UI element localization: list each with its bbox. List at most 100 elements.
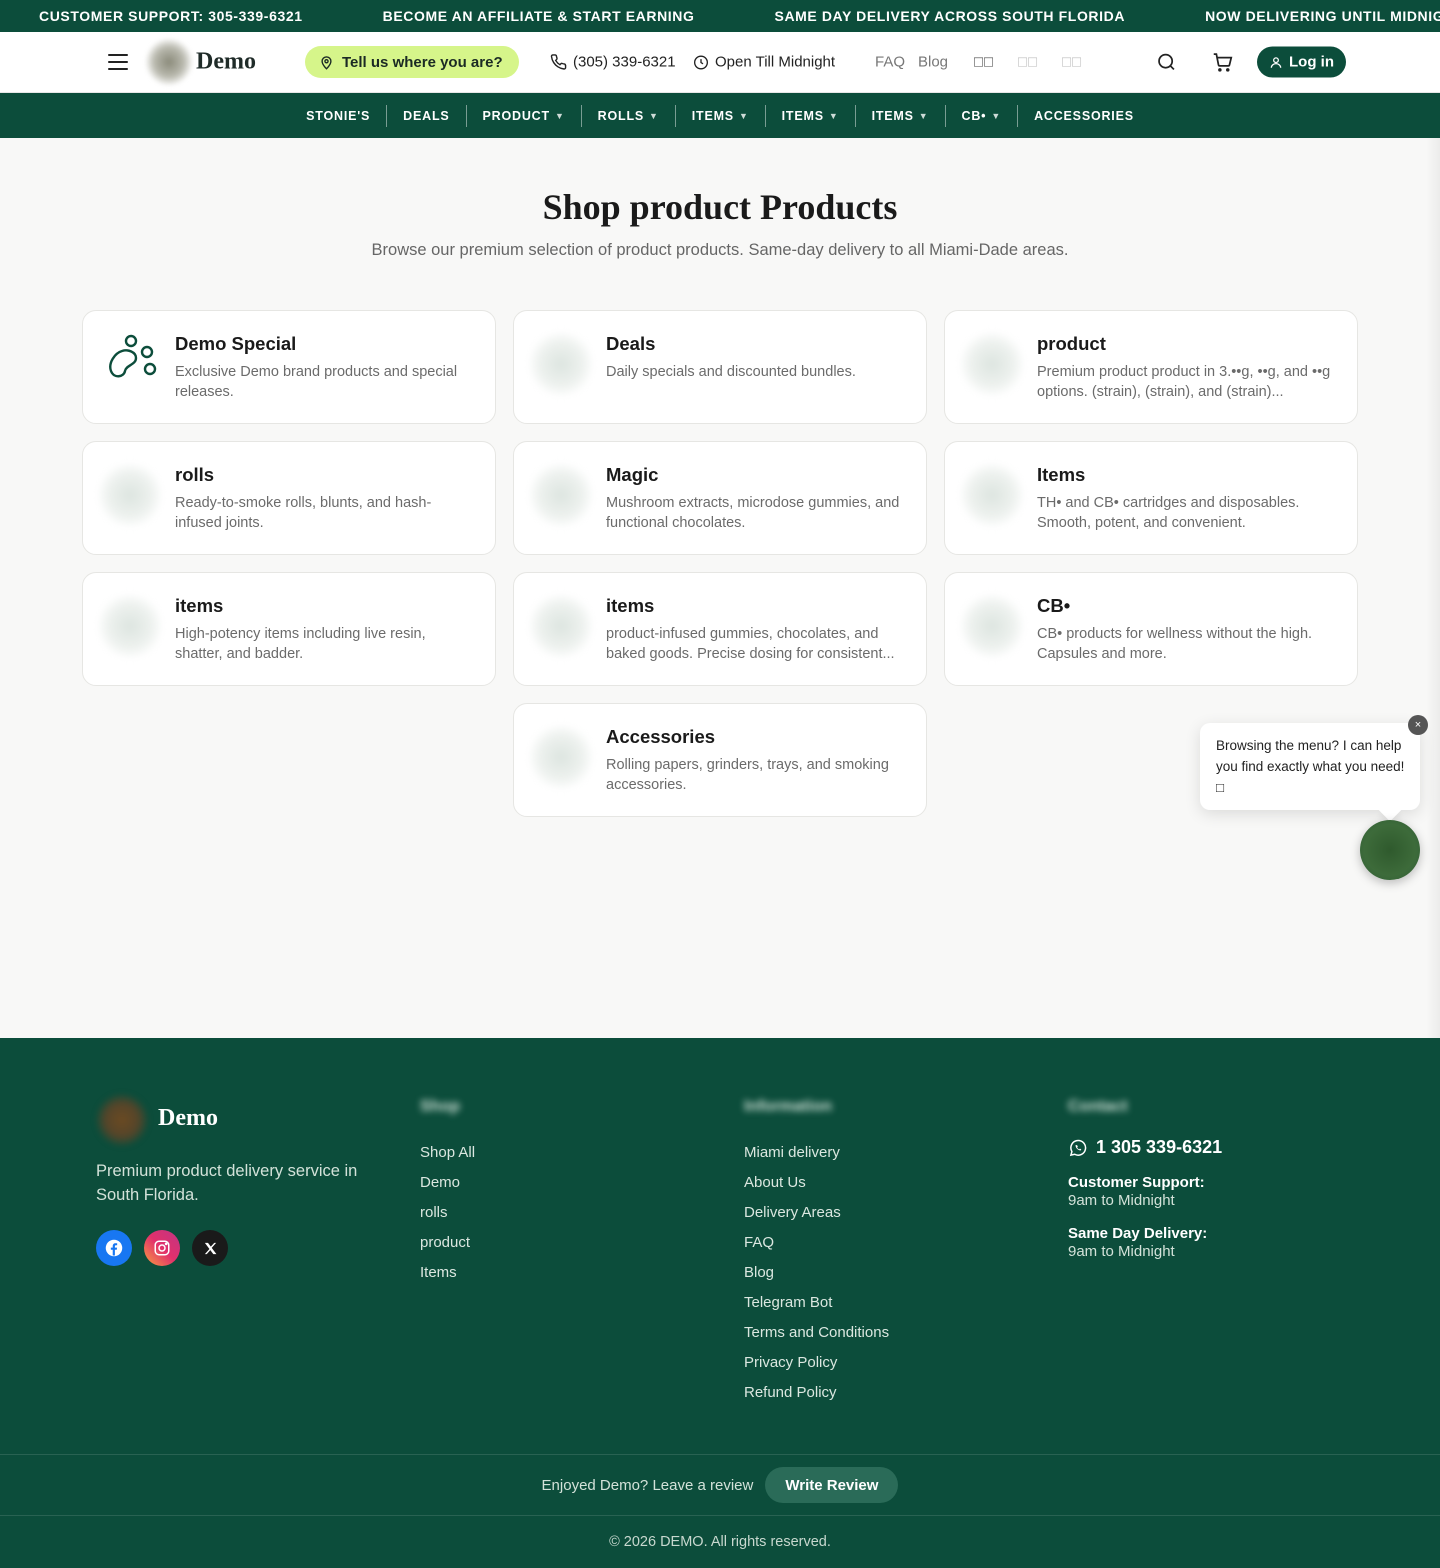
- footer-phone-link[interactable]: 1 305 339-6321: [1068, 1137, 1222, 1158]
- category-card[interactable]: items product-infused gummies, chocolate…: [513, 572, 927, 686]
- nav-item-items[interactable]: ITEMS ▼: [764, 104, 855, 127]
- category-card[interactable]: Magic Mushroom extracts, microdose gummi…: [513, 441, 927, 555]
- logo-text[interactable]: Demo: [196, 49, 256, 76]
- category-title: Demo Special: [175, 333, 297, 354]
- category-description: Mushroom extracts, microdose gummies, an…: [606, 495, 900, 531]
- nav-item-rolls[interactable]: ROLLS ▼: [580, 104, 675, 127]
- category-image: [528, 724, 594, 790]
- announcement-item: SAME DAY DELIVERY ACROSS SOUTH FLORIDA: [774, 8, 1126, 24]
- category-card[interactable]: Deals Daily specials and discounted bund…: [513, 310, 927, 424]
- language-option[interactable]: □□: [1018, 54, 1038, 71]
- map-pin-icon: [321, 55, 332, 70]
- category-card[interactable]: Accessories Rolling papers, grinders, tr…: [513, 703, 927, 817]
- category-card[interactable]: CB• CB• products for wellness without th…: [944, 572, 1358, 686]
- category-image: [528, 331, 594, 397]
- footer-link[interactable]: Terms and Conditions: [744, 1318, 889, 1348]
- chevron-down-icon: ▼: [828, 110, 839, 121]
- category-card[interactable]: product Premium product product in 3.••g…: [944, 310, 1358, 424]
- language-option[interactable]: □□: [974, 54, 994, 71]
- footer-link[interactable]: About Us: [744, 1168, 889, 1198]
- menu-icon[interactable]: [108, 54, 128, 70]
- footer-contact-column: Contact 1 305 339-6321 Customer Support:…: [1068, 1098, 1222, 1262]
- footer-link[interactable]: product: [420, 1228, 475, 1258]
- cart-icon[interactable]: [1212, 52, 1233, 73]
- footer-link[interactable]: Items: [420, 1258, 475, 1288]
- nav-item-cbd[interactable]: CB• ▼: [944, 104, 1018, 127]
- category-description: High-potency items including live resin,…: [175, 626, 426, 662]
- category-image: [528, 462, 594, 528]
- category-card[interactable]: items High-potency items including live …: [82, 572, 496, 686]
- nav-item-product[interactable]: PRODUCT ▼: [465, 104, 581, 127]
- category-title: items: [175, 595, 224, 616]
- support-hours: 9am to Midnight: [1068, 1192, 1175, 1209]
- footer-logo-text[interactable]: Demo: [158, 1105, 218, 1132]
- category-image: [959, 462, 1025, 528]
- footer-heading: Information: [744, 1098, 832, 1115]
- location-button[interactable]: Tell us where you are?: [305, 46, 519, 78]
- header-hours: Open Till Midnight: [693, 54, 835, 71]
- write-review-button[interactable]: Write Review: [765, 1467, 899, 1503]
- nav-item-items[interactable]: ITEMS ▼: [854, 104, 945, 127]
- chat-launcher-button[interactable]: [1360, 820, 1420, 880]
- footer-link[interactable]: Miami delivery: [744, 1138, 889, 1168]
- nav-item-accessories[interactable]: ACCESSORIES: [1017, 104, 1150, 127]
- category-image: [97, 593, 163, 659]
- category-title: Magic: [606, 464, 659, 485]
- footer-link[interactable]: FAQ: [744, 1228, 889, 1258]
- copyright: © 2026 DEMO. All rights reserved.: [609, 1534, 831, 1550]
- footer-link[interactable]: Refund Policy: [744, 1378, 889, 1408]
- category-card[interactable]: Demo Special Exclusive Demo brand produc…: [82, 310, 496, 424]
- footer-link[interactable]: Shop All: [420, 1138, 475, 1168]
- header-faq-link[interactable]: FAQ: [875, 54, 905, 71]
- phone-icon: [550, 54, 567, 70]
- category-card[interactable]: Items TH• and CB• cartridges and disposa…: [944, 441, 1358, 555]
- header-blog-link[interactable]: Blog: [918, 54, 948, 71]
- category-title: product: [1037, 333, 1106, 354]
- clock-icon: [694, 55, 708, 69]
- footer-link[interactable]: Telegram Bot: [744, 1288, 889, 1318]
- language-option[interactable]: □□: [1062, 54, 1082, 71]
- footer-link[interactable]: Blog: [744, 1258, 889, 1288]
- category-title: items: [606, 595, 655, 616]
- nav-item-deals[interactable]: DEALS: [386, 104, 465, 127]
- facebook-icon[interactable]: [96, 1230, 132, 1266]
- chevron-down-icon: ▼: [991, 110, 1002, 121]
- announcement-item: NOW DELIVERING UNTIL MIDNIGHT: [1205, 8, 1440, 24]
- category-image: [959, 331, 1025, 397]
- header-phone-number: (305) 339-6321: [573, 53, 676, 71]
- user-icon: [1270, 56, 1282, 68]
- footer-link[interactable]: Demo: [420, 1168, 475, 1198]
- login-button[interactable]: Log in: [1257, 46, 1346, 78]
- category-description: TH• and CB• cartridges and disposables. …: [1037, 495, 1300, 531]
- support-label: Customer Support:: [1068, 1174, 1205, 1191]
- footer-link[interactable]: rolls: [420, 1198, 475, 1228]
- page-title: Shop product Products: [542, 187, 898, 227]
- close-icon[interactable]: ×: [1408, 715, 1428, 735]
- category-description: CB• products for wellness without the hi…: [1037, 626, 1313, 662]
- footer-shop-column: Shop Shop All Demo rolls product Items: [420, 1098, 475, 1288]
- header-phone[interactable]: (305) 339-6321: [550, 54, 676, 71]
- footer-logo-image[interactable]: [96, 1094, 148, 1146]
- instagram-icon[interactable]: [144, 1230, 180, 1266]
- footer-heading: Shop: [420, 1098, 460, 1115]
- x-twitter-icon[interactable]: [192, 1230, 228, 1266]
- footer-divider: [0, 1454, 1440, 1455]
- chat-bubble[interactable]: Browsing the menu? I can help you find e…: [1200, 723, 1420, 810]
- nav-item-items[interactable]: ITEMS ▼: [674, 104, 765, 127]
- delivery-label: Same Day Delivery:: [1068, 1225, 1208, 1242]
- search-icon[interactable]: [1156, 52, 1177, 73]
- main-nav: STONIE'S DEALS PRODUCT ▼ ROLLS ▼ ITEMS ▼ IT…: [0, 93, 1440, 138]
- logo-image[interactable]: [146, 39, 192, 85]
- login-label: Log in: [1289, 53, 1334, 71]
- footer-phone-number: 1 305 339-6321: [1096, 1137, 1223, 1157]
- whatsapp-icon: [1069, 1139, 1087, 1156]
- category-card[interactable]: rolls Ready-to-smoke rolls, blunts, and …: [82, 441, 496, 555]
- nav-item-stonies[interactable]: STONIE'S: [290, 105, 386, 127]
- category-description: Ready-to-smoke rolls, blunts, and hash-i…: [175, 495, 432, 531]
- footer-link[interactable]: Delivery Areas: [744, 1198, 889, 1228]
- announcement-item[interactable]: BECOME AN AFFILIATE & START EARNING: [344, 8, 736, 24]
- footer-link[interactable]: Privacy Policy: [744, 1348, 889, 1378]
- chevron-down-icon: ▼: [918, 110, 929, 121]
- category-description: Rolling papers, grinders, trays, and smo…: [606, 757, 889, 793]
- footer-tagline: Premium product delivery service in Sout…: [96, 1162, 358, 1204]
